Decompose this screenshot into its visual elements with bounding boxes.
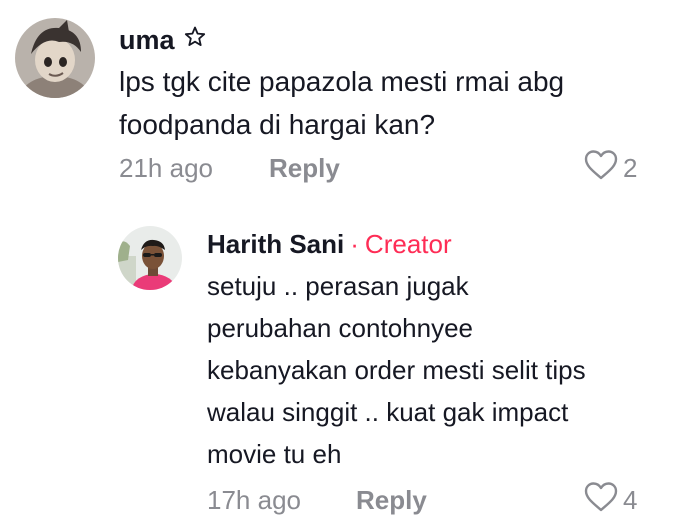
like-button[interactable]: 4 <box>583 481 638 520</box>
like-count: 4 <box>623 484 638 515</box>
comment-text-line: perubahan contohnyee <box>207 313 474 343</box>
comment-timestamp: 21h ago <box>119 153 213 183</box>
comment-text-line: walau singgit .. kuat gak impact <box>207 397 569 427</box>
comment-timestamp: 17h ago <box>207 485 301 515</box>
creator-badge: Creator <box>364 228 452 259</box>
comment-header: Harith Sani · Creator <box>207 226 452 262</box>
heart-outline-icon <box>583 149 619 188</box>
comment-text-line: lps tgk cite papazola mesti rmai abg <box>119 66 565 97</box>
username[interactable]: uma <box>119 25 175 56</box>
comment-text: setuju .. perasan jugak perubahan contoh… <box>207 265 667 475</box>
comment-text-line: movie tu eh <box>207 439 342 469</box>
username[interactable]: Harith Sani <box>207 229 344 260</box>
comment-text: lps tgk cite papazola mesti rmai abg foo… <box>119 60 639 146</box>
reply-button[interactable]: Reply <box>356 482 427 518</box>
star-outline-icon <box>183 25 207 56</box>
heart-outline-icon <box>583 481 619 520</box>
like-count: 2 <box>623 152 638 183</box>
comment-header: uma <box>119 22 207 58</box>
separator-dot: · <box>350 228 359 259</box>
comment-text-line: kebanyakan order mesti selit tips <box>207 355 586 385</box>
comment-text-line: setuju .. perasan jugak <box>207 271 469 301</box>
avatar[interactable] <box>118 226 182 290</box>
like-button[interactable]: 2 <box>583 149 638 188</box>
avatar[interactable] <box>15 18 95 98</box>
reply-button[interactable]: Reply <box>269 150 340 186</box>
comment-text-line: foodpanda di hargai kan? <box>119 109 436 140</box>
